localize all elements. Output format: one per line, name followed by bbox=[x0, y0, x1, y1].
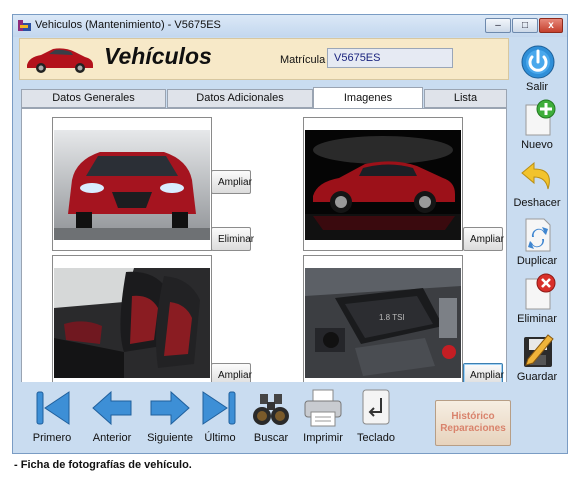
car-interior-image bbox=[54, 268, 210, 378]
ultimo-label: Último bbox=[204, 432, 236, 444]
duplicar-label: Duplicar bbox=[516, 255, 558, 267]
next-arrow-icon bbox=[150, 390, 190, 426]
guardar-button[interactable]: Guardar bbox=[509, 331, 565, 389]
app-window: Vehiculos (Mantenimiento) - V5675ES – □ … bbox=[12, 14, 568, 454]
enter-key-icon bbox=[362, 389, 390, 425]
duplicar-button[interactable]: Duplicar bbox=[509, 215, 565, 273]
anterior-button[interactable]: Anterior bbox=[85, 388, 139, 448]
salir-label: Salir bbox=[525, 81, 548, 93]
maximize-button[interactable]: □ bbox=[512, 18, 538, 33]
salir-button[interactable]: Salir bbox=[509, 41, 565, 99]
car-side-image bbox=[305, 130, 461, 240]
eliminar-side-button[interactable]: Eliminar bbox=[509, 273, 565, 331]
imprimir-label: Imprimir bbox=[303, 432, 343, 444]
deshacer-button[interactable]: Deshacer bbox=[509, 157, 565, 215]
nuevo-button[interactable]: Nuevo bbox=[509, 99, 565, 157]
figure-caption: - Ficha de fotografías de vehículo. bbox=[14, 459, 192, 471]
car-side-photo[interactable] bbox=[303, 117, 463, 251]
undo-arrow-icon bbox=[521, 161, 550, 190]
tab-bar: Datos Generales Datos Adicionales Imagen… bbox=[21, 87, 507, 109]
ampliar-button-1[interactable]: Ampliar bbox=[211, 170, 252, 194]
new-document-icon bbox=[525, 99, 556, 136]
anterior-label: Anterior bbox=[92, 432, 132, 444]
historico-reparaciones-button[interactable]: Histórico Reparaciones bbox=[435, 400, 511, 446]
bottom-toolbar: Primero Anterior Siguiente Último Buscar… bbox=[19, 382, 511, 450]
tab-lista[interactable]: Lista bbox=[424, 89, 507, 108]
printer-icon bbox=[304, 389, 342, 427]
delete-document-icon bbox=[525, 273, 556, 310]
window-title: Vehiculos (Mantenimiento) - V5675ES bbox=[35, 19, 221, 31]
page-title: Vehículos bbox=[104, 43, 212, 69]
car-engine-photo[interactable]: 1.8 TSI bbox=[303, 255, 463, 389]
primero-button[interactable]: Primero bbox=[27, 388, 77, 448]
duplicate-document-icon bbox=[525, 218, 551, 252]
previous-arrow-icon bbox=[92, 390, 132, 426]
nuevo-label: Nuevo bbox=[521, 139, 553, 151]
teclado-label: Teclado bbox=[357, 432, 395, 444]
images-panel: Ampliar Eliminar Ampliar Ampliar 1.8 TSI… bbox=[21, 108, 507, 394]
red-car-icon bbox=[27, 48, 93, 73]
matricula-field[interactable] bbox=[327, 48, 453, 68]
binoculars-icon bbox=[253, 394, 289, 425]
header-bar: Vehículos Matrícula bbox=[19, 38, 509, 80]
title-bar[interactable]: Vehiculos (Mantenimiento) - V5675ES – □ … bbox=[13, 15, 567, 37]
buscar-label: Buscar bbox=[253, 432, 289, 444]
ampliar-button-2[interactable]: Ampliar bbox=[463, 227, 504, 251]
app-icon bbox=[18, 20, 31, 31]
minimize-button[interactable]: – bbox=[485, 18, 511, 33]
deshacer-label: Deshacer bbox=[513, 197, 561, 209]
first-record-icon bbox=[36, 391, 70, 425]
car-front-photo[interactable] bbox=[52, 117, 212, 251]
primero-label: Primero bbox=[32, 432, 72, 444]
car-engine-image: 1.8 TSI bbox=[305, 268, 461, 378]
ultimo-button[interactable]: Último bbox=[195, 388, 245, 448]
tab-datos-adicionales[interactable]: Datos Adicionales bbox=[167, 89, 313, 108]
siguiente-button[interactable]: Siguiente bbox=[141, 388, 199, 448]
save-disk-icon bbox=[524, 334, 554, 367]
historico-line2: Reparaciones bbox=[440, 423, 506, 434]
siguiente-label: Siguiente bbox=[147, 432, 193, 444]
last-record-icon bbox=[202, 391, 236, 425]
close-button[interactable]: x bbox=[539, 18, 563, 33]
car-front-image bbox=[54, 130, 210, 240]
historico-line1: Histórico bbox=[451, 411, 495, 422]
eliminar-button-1[interactable]: Eliminar bbox=[211, 227, 254, 251]
tab-imagenes[interactable]: Imagenes bbox=[313, 87, 423, 109]
power-icon bbox=[521, 45, 555, 79]
tab-datos-generales[interactable]: Datos Generales bbox=[21, 89, 166, 108]
buscar-button[interactable]: Buscar bbox=[245, 388, 297, 448]
teclado-button[interactable]: Teclado bbox=[349, 388, 403, 448]
matricula-label: Matrícula bbox=[280, 54, 326, 66]
car-interior-photo[interactable] bbox=[52, 255, 212, 389]
svg-text:1.8 TSI: 1.8 TSI bbox=[379, 313, 405, 322]
imprimir-button[interactable]: Imprimir bbox=[297, 388, 349, 448]
eliminar-side-label: Eliminar bbox=[517, 313, 557, 325]
guardar-label: Guardar bbox=[516, 371, 558, 383]
